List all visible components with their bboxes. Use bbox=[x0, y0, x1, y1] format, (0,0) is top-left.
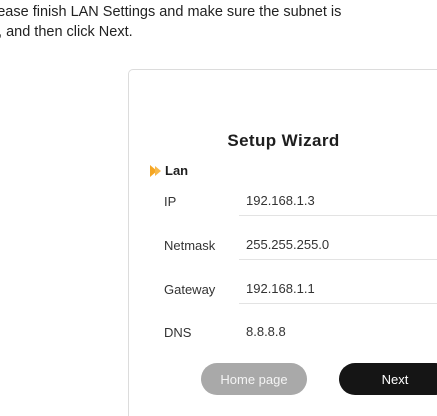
double-chevron-right-icon bbox=[150, 164, 163, 177]
netmask-label: Netmask bbox=[164, 238, 216, 253]
ip-field[interactable]: 192.168.1.3 bbox=[239, 182, 437, 216]
gateway-label: Gateway bbox=[164, 282, 216, 297]
next-button[interactable]: Next bbox=[339, 363, 437, 395]
gateway-field[interactable]: 192.168.1.1 bbox=[239, 270, 437, 304]
dns-label: DNS bbox=[164, 325, 192, 340]
wizard-title: Setup Wizard bbox=[0, 131, 437, 151]
dns-field[interactable]: 8.8.8.8 bbox=[239, 313, 437, 347]
instruction-line-2: t, and then click Next. bbox=[0, 24, 133, 40]
wizard-title-text: Setup Wizard bbox=[227, 131, 340, 150]
instruction-text: lease finish LAN Settings and make sure … bbox=[0, 2, 437, 42]
page: lease finish LAN Settings and make sure … bbox=[0, 0, 437, 416]
section-header-lan: Lan bbox=[150, 163, 188, 178]
section-label: Lan bbox=[165, 163, 189, 178]
netmask-field[interactable]: 255.255.255.0 bbox=[239, 226, 437, 260]
home-page-button[interactable]: Home page bbox=[201, 363, 307, 395]
instruction-line-1: lease finish LAN Settings and make sure … bbox=[0, 4, 342, 20]
ip-label: IP bbox=[164, 194, 177, 209]
